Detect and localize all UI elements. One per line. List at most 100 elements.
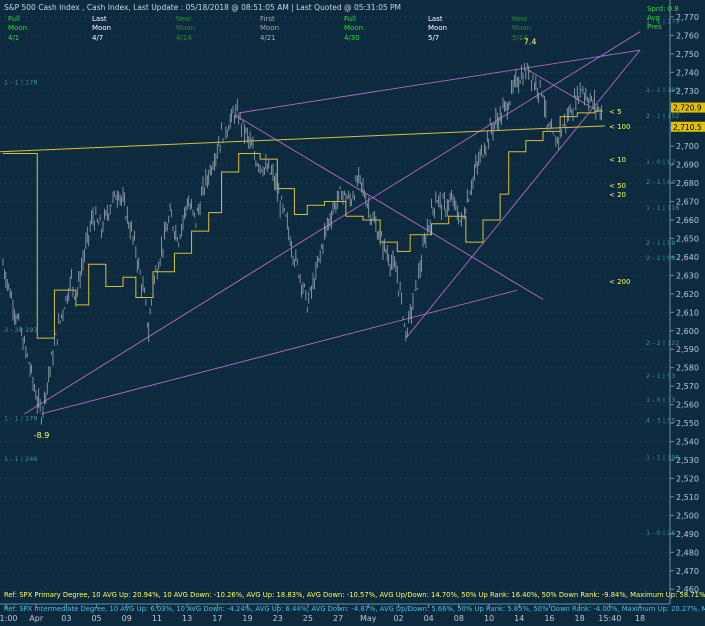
x-tick-label: 02: [393, 614, 403, 623]
header-stat: Sprd: 0.8: [647, 5, 679, 13]
y-tick-label: 2,550: [676, 419, 699, 428]
y-tick-label: 2,630: [676, 271, 699, 280]
y-tick-label: 2,750: [676, 50, 699, 59]
level-label: 1 - 1 | 178: [4, 79, 37, 87]
moon-label: Full: [8, 15, 20, 23]
ma-label: < 20: [609, 191, 626, 199]
trend-line: [238, 49, 641, 114]
y-tick-label: 2,500: [676, 511, 699, 520]
ma-line: [0, 125, 606, 153]
x-tick-label: 05: [91, 614, 101, 623]
pivot-label: -8.9: [34, 431, 50, 440]
moon-name: Moon: [92, 24, 111, 32]
level-label: 2 - 1 | 53: [646, 372, 675, 380]
level-label: 2 - 1 | 98: [646, 239, 675, 247]
level-label: 1 - 1 | 116: [646, 204, 679, 212]
level-label: 2 - 2 | 122: [646, 339, 679, 347]
y-tick-label: 2,740: [676, 68, 699, 77]
x-tick-label: 16: [544, 614, 554, 623]
price-tag: 2,720.9: [673, 104, 702, 113]
level-label: 1 - 1 | 178: [4, 415, 37, 423]
price-tag: 2,710.5: [673, 123, 702, 132]
x-tick-label: 19: [242, 614, 252, 623]
price-chart[interactable]: 2,4602,4702,4802,4902,5002,5102,5202,530…: [0, 0, 705, 626]
y-tick-label: 2,650: [676, 234, 699, 243]
x-tick-label: 04: [424, 614, 434, 623]
y-tick-label: 2,690: [676, 161, 699, 170]
level-label: 1 - 1 | 196: [646, 453, 679, 461]
trend-line: [24, 31, 641, 415]
x-tick-label: May: [360, 614, 377, 623]
moon-label: Last: [428, 15, 443, 23]
y-tick-label: 2,620: [676, 290, 699, 299]
trend-line: [405, 49, 641, 339]
moon-name: Moon: [176, 24, 195, 32]
moon-date: 4/14: [176, 34, 192, 42]
level-label: 1 - 0 | 26: [646, 529, 675, 537]
y-tick-label: 2,480: [676, 548, 699, 557]
moon-date: 4/1: [8, 34, 19, 42]
x-tick-label: 09: [122, 614, 132, 623]
y-tick-label: 2,640: [676, 253, 699, 262]
pivot-label: 7.4: [524, 38, 537, 47]
level-label: 1 - 0 | 92: [646, 158, 675, 166]
moon-date: 4/21: [260, 34, 276, 42]
level-label: 2 - 1 | 152: [646, 112, 679, 120]
x-tick-label: 03: [61, 614, 71, 623]
x-tick-label: 14: [514, 614, 524, 623]
moon-date: 4/7: [92, 34, 103, 42]
x-tick-label: 15:40: [598, 614, 621, 623]
y-tick-label: 2,540: [676, 438, 699, 447]
level-label: 1 - 1 | 179: [646, 18, 679, 26]
y-tick-label: 2,580: [676, 364, 699, 373]
moon-label: Full: [344, 15, 356, 23]
level-label: 1 - 1 | 195: [646, 86, 679, 94]
moon-label: New: [512, 15, 528, 23]
x-tick-label: 11: [152, 614, 162, 623]
y-tick-label: 2,510: [676, 493, 699, 502]
y-tick-label: 2,490: [676, 530, 699, 539]
level-label: 2 - 1 | 84: [646, 178, 675, 186]
x-tick-label: 18: [635, 614, 645, 623]
moon-date: 4/30: [344, 34, 360, 42]
level-label: 3 - 3 | 197: [4, 326, 37, 334]
moon-name: Moon: [512, 24, 531, 32]
level-label: 1 - 0 | 33: [646, 396, 675, 404]
moon-label: Last: [92, 15, 107, 23]
moon-label: First: [260, 15, 275, 23]
level-label: 1 - 1 | 246: [4, 455, 37, 463]
ma-label: < 50: [609, 182, 626, 190]
ma-label: < 5: [609, 108, 622, 116]
ma-label: < 200: [609, 278, 630, 286]
y-tick-label: 2,610: [676, 308, 699, 317]
header-title: S&P 500 Cash Index , Cash Index, Last Up…: [4, 3, 401, 12]
x-tick-label: Apr: [29, 614, 44, 623]
moon-name: Moon: [260, 24, 279, 32]
level-label: 2 - 1 | 98: [646, 254, 675, 262]
y-tick-label: 2,700: [676, 142, 699, 151]
moon-date: 5/7: [428, 34, 439, 42]
ma-label: < 100: [609, 123, 630, 131]
y-tick-label: 2,660: [676, 216, 699, 225]
chart-window: 2,460 2,470 2,480 2,490 2,500 2,510 2,520 2,530…: [0, 0, 705, 626]
trend-line: [234, 114, 544, 300]
x-tick-label: 13: [182, 614, 192, 623]
moon-name: Moon: [428, 24, 447, 32]
x-tick-label: 18: [575, 614, 585, 623]
x-tick-label: 27: [333, 614, 343, 623]
x-tick-label: 10: [484, 614, 494, 623]
moon-label: New: [176, 15, 192, 23]
y-tick-label: 2,470: [676, 567, 699, 576]
y-tick-label: 2,680: [676, 179, 699, 188]
level-label: 4 - 3 | 55: [646, 416, 675, 424]
y-tick-label: 2,600: [676, 327, 699, 336]
x-tick-label: 23: [273, 614, 283, 623]
ma-label: < 10: [609, 156, 626, 164]
footer-primary: Ref: SPX Primary Degree, 10 AVG Up: 20.9…: [4, 591, 705, 599]
moon-name: Moon: [344, 24, 363, 32]
moon-name: Moon: [8, 24, 27, 32]
x-tick-label: 17: [212, 614, 222, 623]
x-tick-label: 08: [454, 614, 464, 623]
y-tick-label: 2,520: [676, 474, 699, 483]
y-tick-label: 2,570: [676, 382, 699, 391]
